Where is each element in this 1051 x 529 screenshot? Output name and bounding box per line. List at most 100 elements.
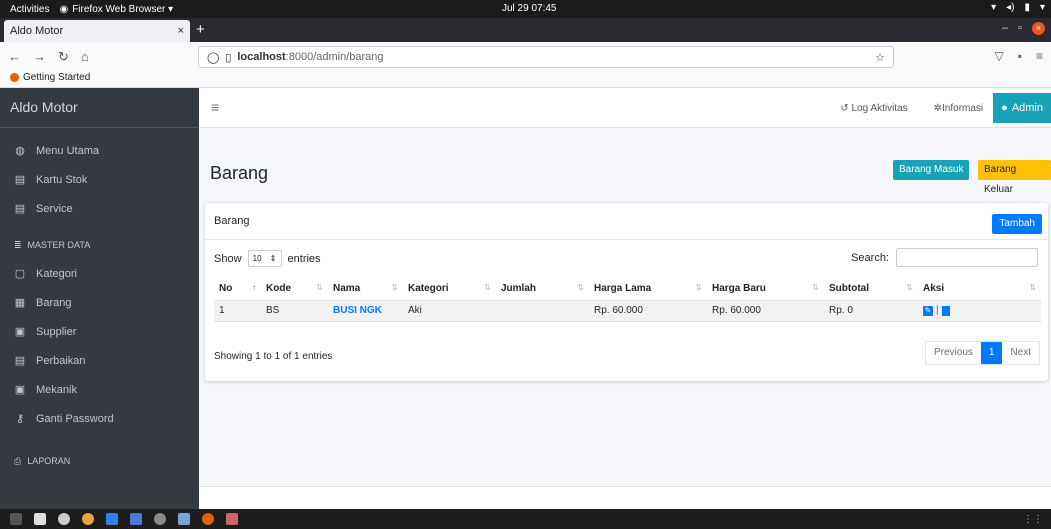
url-bar[interactable]: ◯ ▯ localhost:8000/admin/barang ☆ — [198, 46, 894, 68]
close-window-icon[interactable]: × — [1032, 22, 1045, 35]
file-icon: ▤ — [14, 203, 26, 215]
log-aktivitas-link[interactable]: ↺ Log Aktivitas — [840, 103, 907, 114]
maximize-icon[interactable]: ▫ — [1018, 22, 1022, 35]
tambah-button[interactable]: Tambah — [992, 214, 1042, 234]
table-header-row: No ↑ Kode ⇅ Nama ⇅ Kategori ⇅ Jumlah ⇅ Harga … — [214, 277, 1041, 301]
id-card-icon: ▣ — [14, 326, 26, 338]
search-input[interactable] — [896, 248, 1038, 267]
column-header-harga-baru[interactable]: Harga Baru ⇅ — [707, 277, 824, 301]
column-label: Subtotal — [829, 282, 869, 294]
vscode-icon[interactable] — [106, 513, 118, 525]
taskbar-dock: ⋮⋮ — [0, 509, 1051, 529]
chat-icon[interactable] — [58, 513, 70, 525]
column-header-subtotal[interactable]: Subtotal ⇅ — [824, 277, 918, 301]
bookmark-getting-started[interactable]: Getting Started — [23, 72, 90, 83]
dashboard-icon: ◍ — [15, 145, 25, 157]
cell-kategori: Aki — [403, 300, 496, 322]
battery-icon: ▮ — [1024, 2, 1030, 13]
url-path: :8000/admin/barang — [285, 51, 384, 63]
sidebar-item-mekanik[interactable]: ▣ Mekanik — [0, 375, 199, 404]
sidebar-item-service[interactable]: ▤ Service — [0, 194, 199, 223]
column-header-aksi[interactable]: Aksi ⇅ — [918, 277, 1041, 301]
sort-icon: ⇅ — [1029, 283, 1036, 292]
sort-icon: ⇅ — [695, 283, 702, 292]
extension-icon[interactable]: ▪ — [1018, 49, 1022, 63]
home-icon[interactable]: ⌂ — [81, 49, 89, 65]
cell-nama[interactable]: BUSI NGK — [328, 300, 403, 322]
sidebar-item-kategori[interactable]: ▢ Kategori — [0, 259, 199, 288]
barang-keluar-button[interactable]: Barang Keluar — [978, 160, 1051, 195]
show-label: Show — [214, 252, 242, 265]
sidebar-item-menu-utama[interactable]: ◍ Menu Utama — [0, 136, 199, 165]
firefox-dock-icon[interactable] — [202, 513, 214, 525]
reload-icon[interactable]: ↻ — [58, 49, 69, 65]
sort-icon: ↑ — [252, 283, 256, 292]
brand-title[interactable]: Aldo Motor — [0, 88, 199, 128]
system-tray[interactable]: ▾ ◂) ▮ ▾ — [991, 2, 1045, 13]
trash-icon[interactable] — [941, 305, 950, 316]
sidebar-item-label: Supplier — [36, 325, 77, 338]
column-header-kode[interactable]: Kode ⇅ — [261, 277, 328, 301]
activities-button[interactable]: Activities — [0, 4, 59, 15]
card-header: Barang Tambah — [205, 203, 1048, 240]
row-actions: ✎ | — [923, 305, 1036, 316]
entries-select[interactable]: 10 ⇕ — [247, 250, 282, 267]
shield-icon: ◯ — [207, 51, 220, 64]
next-button[interactable]: Next — [1002, 342, 1039, 364]
user-icon: ● — [1001, 102, 1008, 114]
back-icon[interactable]: ← — [8, 49, 21, 65]
app-menu[interactable]: ◉ Firefox Web Browser ▾ — [59, 4, 173, 15]
sidebar-item-kartu-stok[interactable]: ▤ Kartu Stok — [0, 165, 199, 194]
sidebar-header-label: MASTER DATA — [27, 240, 91, 250]
page-1-button[interactable]: 1 — [980, 342, 1003, 364]
admin-button[interactable]: ● Admin — [993, 93, 1051, 123]
column-header-jumlah[interactable]: Jumlah ⇅ — [496, 277, 589, 301]
top-navbar: ≡ ↺ Log Aktivitas ✲Informasi ● Admin — [199, 88, 1051, 128]
forward-icon[interactable]: → — [33, 49, 46, 65]
pocket-icon[interactable]: ▽ — [994, 49, 1003, 63]
column-header-harga-lama[interactable]: Harga Lama ⇅ — [589, 277, 707, 301]
volume-icon: ◂) — [1006, 2, 1015, 13]
window-controls: – ▫ × — [1002, 22, 1045, 35]
close-tab-icon[interactable]: × — [178, 25, 184, 37]
app-grid-icon[interactable]: ⋮⋮ — [1023, 514, 1043, 525]
browser-tab[interactable]: Aldo Motor × — [4, 20, 190, 42]
menu-icon[interactable]: ≡ — [1036, 49, 1043, 63]
clock[interactable]: Jul 29 07:45 — [502, 3, 557, 14]
sidebar-item-barang[interactable]: ▦ Barang — [0, 288, 199, 317]
chrome-icon[interactable] — [82, 513, 94, 525]
column-header-kategori[interactable]: Kategori ⇅ — [403, 277, 496, 301]
terminal-icon[interactable] — [10, 513, 22, 525]
column-header-nama[interactable]: Nama ⇅ — [328, 277, 403, 301]
browser-navbar: ← → ↻ ⌂ ◯ ▯ localhost:8000/admin/barang … — [0, 42, 1051, 88]
informasi-link[interactable]: ✲Informasi — [934, 103, 984, 114]
wifi-icon: ▾ — [991, 2, 997, 13]
sidebar-item-label: Service — [36, 202, 73, 215]
image-icon[interactable] — [178, 513, 190, 525]
card-title: Barang — [214, 215, 250, 227]
new-tab-button[interactable]: + — [196, 21, 205, 38]
sidebar-item-perbaikan[interactable]: ▤ Perbaikan — [0, 346, 199, 375]
hamburger-menu-icon[interactable]: ≡ — [211, 99, 219, 115]
column-header-no[interactable]: No ↑ — [214, 277, 261, 301]
nav-buttons: ← → ↻ ⌂ — [8, 49, 89, 65]
log-aktivitas-label: Log Aktivitas — [851, 102, 908, 114]
minimize-icon[interactable]: – — [1002, 22, 1008, 35]
sidebar-item-label: Menu Utama — [36, 144, 99, 157]
cell-aksi: ✎ | — [918, 300, 1041, 322]
column-label: Kode — [266, 282, 291, 294]
previous-button[interactable]: Previous — [926, 342, 981, 364]
table-row: 1 BS BUSI NGK Aki Rp. 60.000 Rp. 60.000 … — [214, 300, 1041, 322]
settings-icon[interactable] — [154, 513, 166, 525]
arrow-icon[interactable] — [130, 513, 142, 525]
bookmark-star-icon[interactable]: ☆ — [875, 51, 885, 64]
app-icon[interactable] — [226, 513, 238, 525]
sidebar-item-label: Kartu Stok — [36, 173, 88, 186]
sidebar-item-ganti-password[interactable]: ⚷ Ganti Password — [0, 404, 199, 433]
window-icon[interactable] — [34, 513, 46, 525]
page-icon: ▯ — [225, 51, 232, 64]
sort-icon: ⇅ — [812, 283, 819, 292]
barang-masuk-button[interactable]: Barang Masuk — [893, 160, 970, 180]
edit-icon[interactable]: ✎ — [923, 305, 933, 316]
sidebar-item-supplier[interactable]: ▣ Supplier — [0, 317, 199, 346]
